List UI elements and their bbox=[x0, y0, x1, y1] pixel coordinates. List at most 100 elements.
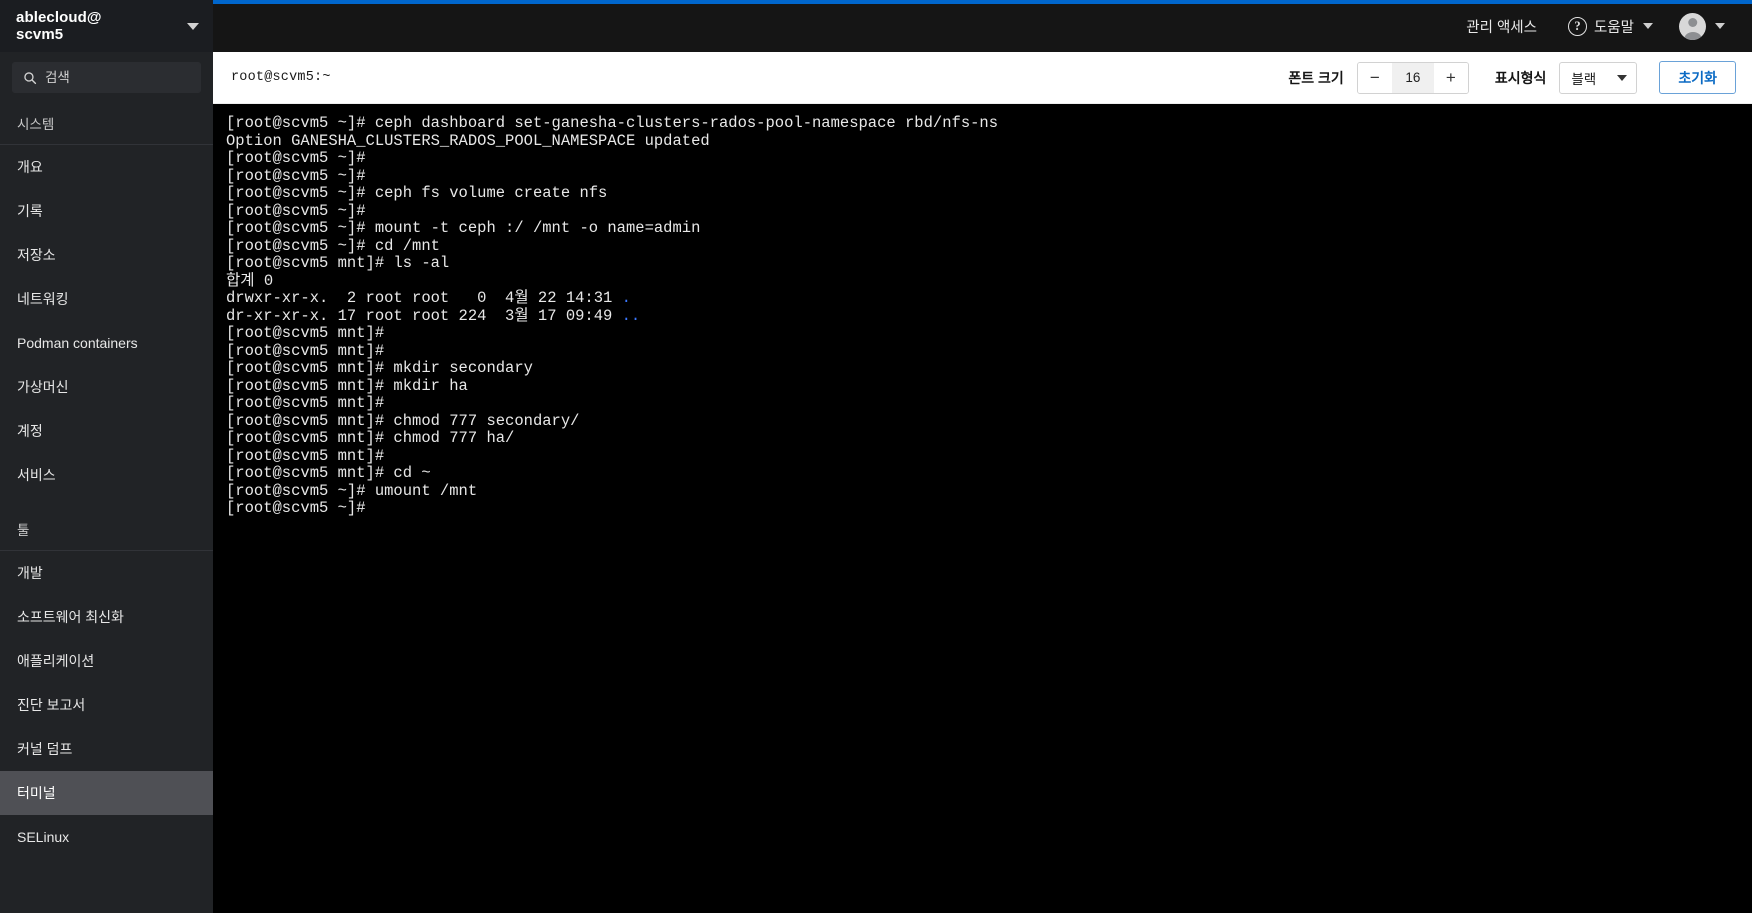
sidebar-item-selinux[interactable]: SELinux bbox=[0, 815, 213, 859]
sidebar-item-label: 계정 bbox=[17, 423, 43, 439]
host-switcher[interactable]: ablecloud@ scvm5 bbox=[0, 0, 213, 52]
header-spacer bbox=[213, 0, 1453, 52]
chevron-down-icon[interactable] bbox=[187, 22, 199, 30]
terminal-line: [root@scvm5 mnt]# bbox=[226, 447, 1752, 466]
sidebar-item-label: 소프트웨어 최신화 bbox=[17, 609, 124, 625]
user-menu-button[interactable] bbox=[1666, 0, 1738, 52]
terminal-text: [root@scvm5 ~]# ceph fs volume create nf… bbox=[226, 184, 608, 202]
terminal-line: Option GANESHA_CLUSTERS_RADOS_POOL_NAMES… bbox=[226, 131, 1752, 151]
terminal-line: drwxr-xr-x. 2 root root 0 4월 22 14:31 . bbox=[226, 289, 1752, 308]
chevron-down-icon bbox=[1715, 23, 1725, 29]
terminal-line: 합계 0 bbox=[226, 271, 1752, 291]
sidebar-item-diagnostic-reports[interactable]: 진단 보고서 bbox=[0, 683, 213, 727]
sidebar-item-label: 기록 bbox=[17, 203, 43, 219]
sidebar-item-terminal[interactable]: 터미널 bbox=[0, 771, 213, 815]
sidebar-item-applications[interactable]: 애플리케이션 bbox=[0, 639, 213, 683]
terminal-text: [root@scvm5 mnt]# chmod 777 ha/ bbox=[226, 429, 515, 447]
sidebar-item-label: 개발 bbox=[17, 565, 43, 581]
terminal-text: [root@scvm5 mnt]# chmod 777 secondary/ bbox=[226, 411, 580, 430]
sidebar-item-storage[interactable]: 저장소 bbox=[0, 233, 213, 277]
terminal-text: [root@scvm5 mnt]# cd ~ bbox=[226, 464, 431, 482]
sidebar-item-development[interactable]: 개발 bbox=[0, 551, 213, 595]
top-header: ablecloud@ scvm5 관리 액세스 ? 도움말 bbox=[0, 0, 1752, 52]
terminal-line: [root@scvm5 mnt]# chmod 777 ha/ bbox=[226, 429, 1752, 448]
terminal-line: [root@scvm5 ~]# cd /mnt bbox=[226, 236, 1752, 256]
sidebar-group-label-tools: 툴 bbox=[17, 523, 30, 538]
terminal-line: [root@scvm5 ~]# mount -t ceph :/ /mnt -o… bbox=[226, 219, 1752, 238]
search-icon bbox=[24, 71, 37, 84]
sidebar-item-label: SELinux bbox=[17, 829, 70, 845]
terminal-line: [root@scvm5 mnt]# mkdir secondary bbox=[226, 359, 1752, 378]
sidebar-item-label: 저장소 bbox=[17, 247, 56, 263]
terminal-text: Option GANESHA_CLUSTERS_RADOS_POOL_NAMES… bbox=[226, 131, 710, 150]
terminal-text: [root@scvm5 ~]# bbox=[226, 166, 366, 185]
sidebar: 시스템 개요 기록 저장소 네트워킹 Podman containers 가상머… bbox=[0, 52, 213, 913]
terminal-line: [root@scvm5 mnt]# mkdir ha bbox=[226, 377, 1752, 396]
terminal-pane[interactable]: [root@scvm5 ~]# ceph dashboard set-ganes… bbox=[213, 104, 1752, 913]
terminal-line: [root@scvm5 mnt]# bbox=[226, 324, 1752, 343]
terminal-line: [root@scvm5 mnt]# ls -al bbox=[226, 254, 1752, 273]
display-format-select[interactable]: 블랙 bbox=[1559, 61, 1638, 94]
sidebar-item-label: 커널 덤프 bbox=[17, 741, 73, 757]
font-size-decrease-button[interactable]: − bbox=[1357, 62, 1392, 93]
help-menu-button[interactable]: ? 도움말 bbox=[1555, 0, 1666, 52]
sidebar-item-virtual-machines[interactable]: 가상머신 bbox=[0, 365, 213, 409]
sidebar-item-label: 가상머신 bbox=[17, 379, 69, 395]
sidebar-item-podman-containers[interactable]: Podman containers bbox=[0, 321, 213, 365]
header-actions: 관리 액세스 ? 도움말 bbox=[1453, 0, 1752, 52]
body-row: 시스템 개요 기록 저장소 네트워킹 Podman containers 가상머… bbox=[0, 52, 1752, 913]
display-format-label: 표시형식 bbox=[1494, 69, 1547, 86]
terminal-text: dr-xr-xr-x. 17 root root 224 3월 17 09:49 bbox=[226, 306, 622, 325]
terminal-text: [root@scvm5 mnt]# bbox=[226, 341, 385, 360]
admin-access-button[interactable]: 관리 액세스 bbox=[1453, 0, 1555, 52]
host-label: ablecloud@ scvm5 bbox=[16, 9, 102, 44]
sidebar-item-label: 터미널 bbox=[17, 785, 56, 801]
question-circle-icon: ? bbox=[1567, 16, 1587, 36]
main-content: root@scvm5:~ 폰트 크기 − 16 + 표시형식 블랙 초기화 [r… bbox=[213, 52, 1752, 913]
host-name: scvm5 bbox=[16, 26, 64, 43]
sidebar-item-logs[interactable]: 기록 bbox=[0, 189, 213, 233]
sidebar-item-label: Podman containers bbox=[17, 335, 138, 351]
terminal-line: [root@scvm5 ~]# bbox=[226, 166, 1752, 186]
terminal-text: 합계 0 bbox=[226, 271, 274, 290]
sidebar-item-networking[interactable]: 네트워킹 bbox=[0, 277, 213, 321]
terminal-text: [root@scvm5 mnt]# ls -al bbox=[226, 254, 450, 272]
chevron-down-icon bbox=[1617, 74, 1628, 81]
terminal-line: dr-xr-xr-x. 17 root root 224 3월 17 09:49… bbox=[226, 306, 1752, 326]
sidebar-item-software-updates[interactable]: 소프트웨어 최신화 bbox=[0, 595, 213, 639]
terminal-line: [root@scvm5 mnt]# bbox=[226, 341, 1752, 361]
sidebar-item-overview[interactable]: 개요 bbox=[0, 145, 213, 189]
search-box[interactable] bbox=[12, 62, 201, 93]
terminal-line: [root@scvm5 ~]# umount /mnt bbox=[226, 481, 1752, 501]
cockpit-app: ablecloud@ scvm5 관리 액세스 ? 도움말 검색 시스템 개요 … bbox=[0, 0, 1752, 913]
terminal-text: [root@scvm5 ~]# ceph dashboard set-ganes… bbox=[226, 114, 999, 132]
host-user: ablecloud@ bbox=[16, 8, 102, 26]
font-size-increase-button[interactable]: + bbox=[1433, 62, 1468, 93]
font-size-stepper: − 16 + bbox=[1356, 61, 1469, 94]
accent-bar-left-cap bbox=[0, 0, 213, 4]
terminal-text: [root@scvm5 mnt]# bbox=[226, 324, 385, 342]
admin-access-label: 관리 액세스 bbox=[1466, 19, 1537, 36]
sidebar-item-label: 개요 bbox=[17, 159, 43, 175]
sidebar-item-kernel-dump[interactable]: 커널 덤프 bbox=[0, 727, 213, 771]
display-format-value: 블랙 bbox=[1571, 71, 1597, 87]
reset-button[interactable]: 초기화 bbox=[1659, 61, 1736, 94]
terminal-line: [root@scvm5 mnt]# cd ~ bbox=[226, 464, 1752, 483]
top-accent-bar bbox=[0, 0, 1752, 4]
terminal-line: [root@scvm5 mnt]# chmod 777 secondary/ bbox=[226, 411, 1752, 431]
terminal-line: [root@scvm5 ~]# ceph fs volume create nf… bbox=[226, 184, 1752, 203]
sidebar-group-label-system: 시스템 bbox=[17, 117, 55, 132]
terminal-text: [root@scvm5 ~]# mount -t ceph :/ /mnt -o… bbox=[226, 219, 701, 237]
user-avatar-icon bbox=[1679, 12, 1706, 40]
sidebar-item-label: 진단 보고서 bbox=[17, 697, 86, 713]
terminal-text: [root@scvm5 ~]# cd /mnt bbox=[226, 236, 440, 255]
sidebar-search-wrap bbox=[0, 52, 213, 102]
sidebar-item-accounts[interactable]: 계정 bbox=[0, 409, 213, 453]
terminal-line: [root@scvm5 ~]# bbox=[226, 499, 1752, 518]
terminal-text: [root@scvm5 ~]# umount /mnt bbox=[226, 481, 478, 500]
terminal-text: drwxr-xr-x. 2 root root 0 4월 22 14:31 bbox=[226, 289, 622, 307]
sidebar-item-services[interactable]: 서비스 bbox=[0, 453, 213, 497]
search-input[interactable] bbox=[45, 70, 190, 85]
terminal-output: [root@scvm5 ~]# ceph dashboard set-ganes… bbox=[226, 114, 1752, 518]
terminal-session-title: root@scvm5:~ bbox=[231, 70, 331, 85]
